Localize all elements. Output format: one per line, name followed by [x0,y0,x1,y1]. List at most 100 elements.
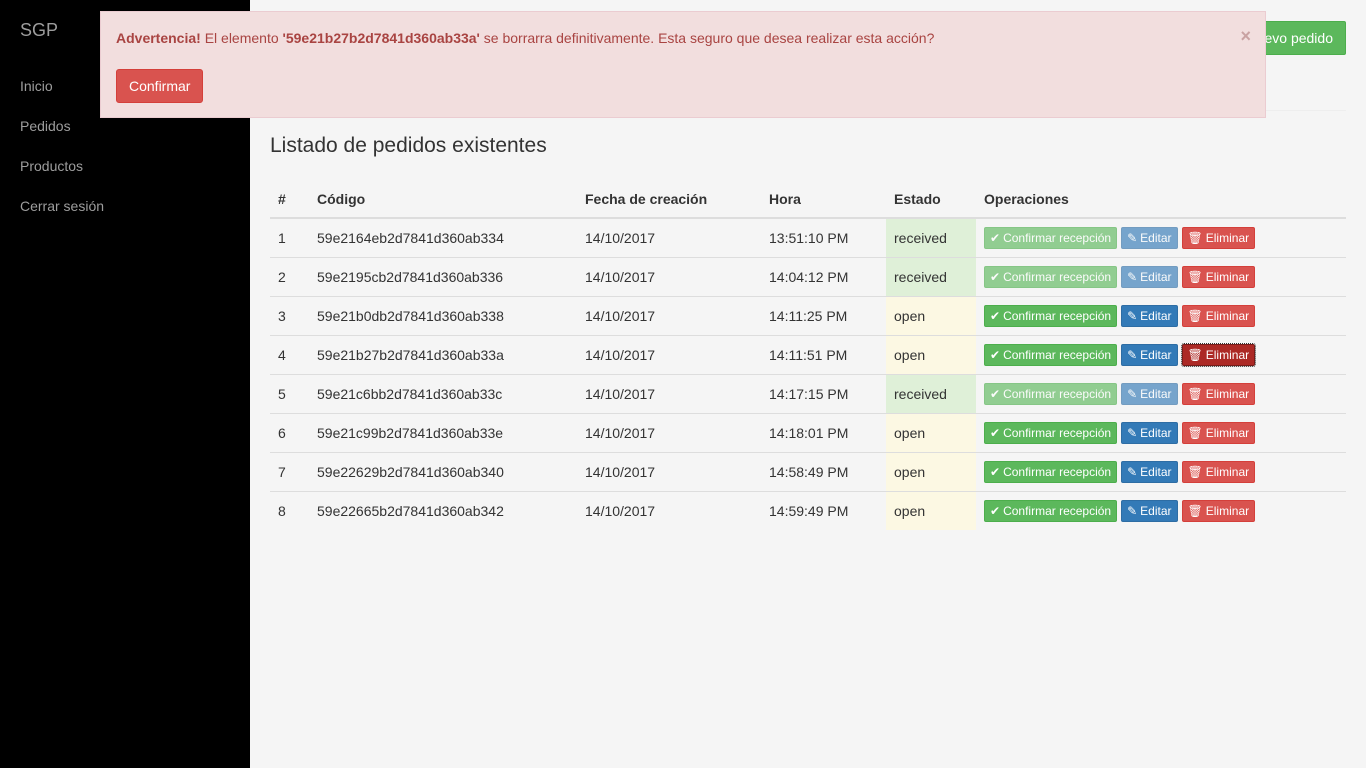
row-number: 2 [270,257,309,297]
table-body: 1 59e2164eb2d7841d360ab334 14/10/2017 13… [270,217,1346,530]
column-header: Hora [761,180,886,219]
sidebar-item-cerrar-sesion[interactable]: Cerrar sesión [0,186,250,226]
column-header: Código [309,180,577,219]
order-date: 14/10/2017 [577,335,761,375]
delete-label: Eliminar [1205,309,1250,323]
table-row: 7 59e22629b2d7841d360ab340 14/10/2017 14… [270,452,1346,492]
edit-icon: ✎ [1127,465,1138,479]
order-code: 59e22665b2d7841d360ab342 [309,491,577,530]
confirm-reception-button[interactable]: ✔ Confirmar recepción [984,500,1118,522]
edit-icon: ✎ [1127,387,1138,401]
delete-button[interactable]: 🗑 Eliminar [1181,461,1256,483]
order-code: 59e21b0db2d7841d360ab338 [309,296,577,336]
confirm-reception-button[interactable]: ✔ Confirmar recepción [984,422,1118,444]
delete-warning-alert: Advertencia! El elemento '59e21b27b2d784… [100,11,1266,118]
row-number: 5 [270,374,309,414]
edit-icon: ✎ [1127,504,1138,518]
order-time: 14:18:01 PM [761,413,886,453]
edit-label: Editar [1140,426,1172,440]
delete-button[interactable]: 🗑 Eliminar [1181,266,1256,288]
order-time: 14:11:25 PM [761,296,886,336]
orders-table: # Código Fecha de creación Hora Estado O… [270,180,1346,530]
row-operations: ✔ Confirmar recepción ✎ Editar 🗑 Eliminar [976,335,1346,375]
row-number: 6 [270,413,309,453]
delete-label: Eliminar [1205,465,1250,479]
order-status: received [886,374,976,414]
sidebar-item-productos[interactable]: Productos [0,146,250,186]
order-code: 59e22629b2d7841d360ab340 [309,452,577,492]
page-title: Listado de pedidos existentes [270,134,547,157]
order-date: 14/10/2017 [577,374,761,414]
confirm-reception-label: Confirmar recepción [1003,426,1112,440]
table-row: 3 59e21b0db2d7841d360ab338 14/10/2017 14… [270,296,1346,336]
edit-label: Editar [1140,465,1172,479]
brand-logo[interactable]: SGP [20,20,58,41]
row-operations: ✔ Confirmar recepción ✎ Editar 🗑 Eliminar [976,491,1346,530]
edit-label: Editar [1140,309,1172,323]
delete-button[interactable]: 🗑 Eliminar [1181,305,1256,327]
close-icon[interactable]: × [1240,26,1251,46]
check-icon: ✔ [990,387,1001,401]
confirm-reception-label: Confirmar recepción [1003,465,1112,479]
delete-label: Eliminar [1205,231,1250,245]
edit-button[interactable]: ✎ Editar [1121,383,1178,405]
edit-button[interactable]: ✎ Editar [1121,422,1178,444]
check-icon: ✔ [990,504,1001,518]
confirm-reception-button[interactable]: ✔ Confirmar recepción [984,383,1118,405]
order-time: 14:04:12 PM [761,257,886,297]
check-icon: ✔ [990,465,1001,479]
row-number: 1 [270,217,309,258]
table-header-row: # Código Fecha de creación Hora Estado O… [270,180,1346,219]
check-icon: ✔ [990,348,1001,362]
row-operations: ✔ Confirmar recepción ✎ Editar 🗑 Eliminar [976,413,1346,453]
delete-button[interactable]: 🗑 Eliminar [1181,500,1256,522]
alert-text-before: El elemento [200,30,283,46]
trash-icon: 🗑 [1187,387,1203,401]
alert-element-id: '59e21b27b2d7841d360ab33a' [282,30,480,46]
trash-icon: 🗑 [1187,504,1203,518]
confirm-reception-label: Confirmar recepción [1003,348,1112,362]
confirm-reception-label: Confirmar recepción [1003,387,1112,401]
order-code: 59e2164eb2d7841d360ab334 [309,217,577,258]
confirm-reception-button[interactable]: ✔ Confirmar recepción [984,344,1118,366]
alert-text-after: se borrarra definitivamente. Esta seguro… [479,30,935,46]
delete-button[interactable]: 🗑 Eliminar [1181,227,1256,249]
edit-icon: ✎ [1127,309,1138,323]
table-row: 1 59e2164eb2d7841d360ab334 14/10/2017 13… [270,217,1346,258]
edit-icon: ✎ [1127,426,1138,440]
confirm-reception-button[interactable]: ✔ Confirmar recepción [984,461,1118,483]
confirm-reception-label: Confirmar recepción [1003,270,1112,284]
trash-icon: 🗑 [1187,231,1203,245]
delete-button[interactable]: 🗑 Eliminar [1180,343,1257,367]
edit-button[interactable]: ✎ Editar [1121,461,1178,483]
edit-button[interactable]: ✎ Editar [1121,500,1178,522]
edit-label: Editar [1140,348,1172,362]
row-operations: ✔ Confirmar recepción ✎ Editar 🗑 Eliminar [976,296,1346,336]
row-number: 8 [270,491,309,530]
column-header: Estado [886,180,976,219]
order-status: open [886,413,976,453]
edit-button[interactable]: ✎ Editar [1121,227,1178,249]
confirm-delete-button[interactable]: Confirmar [116,69,204,103]
trash-icon: 🗑 [1187,270,1203,284]
edit-button[interactable]: ✎ Editar [1121,305,1178,327]
edit-button[interactable]: ✎ Editar [1121,266,1178,288]
edit-button[interactable]: ✎ Editar [1121,344,1178,366]
delete-label: Eliminar [1205,426,1250,440]
confirm-reception-button[interactable]: ✔ Confirmar recepción [984,305,1118,327]
order-status: open [886,296,976,336]
check-icon: ✔ [990,426,1001,440]
order-status: open [886,452,976,492]
confirm-reception-label: Confirmar recepción [1003,504,1112,518]
order-code: 59e2195cb2d7841d360ab336 [309,257,577,297]
trash-icon: 🗑 [1187,426,1203,440]
trash-icon: 🗑 [1187,348,1203,362]
order-date: 14/10/2017 [577,296,761,336]
order-code: 59e21b27b2d7841d360ab33a [309,335,577,375]
edit-icon: ✎ [1127,270,1138,284]
delete-button[interactable]: 🗑 Eliminar [1181,383,1256,405]
delete-button[interactable]: 🗑 Eliminar [1181,422,1256,444]
row-number: 7 [270,452,309,492]
confirm-reception-button[interactable]: ✔ Confirmar recepción [984,227,1118,249]
confirm-reception-button[interactable]: ✔ Confirmar recepción [984,266,1118,288]
